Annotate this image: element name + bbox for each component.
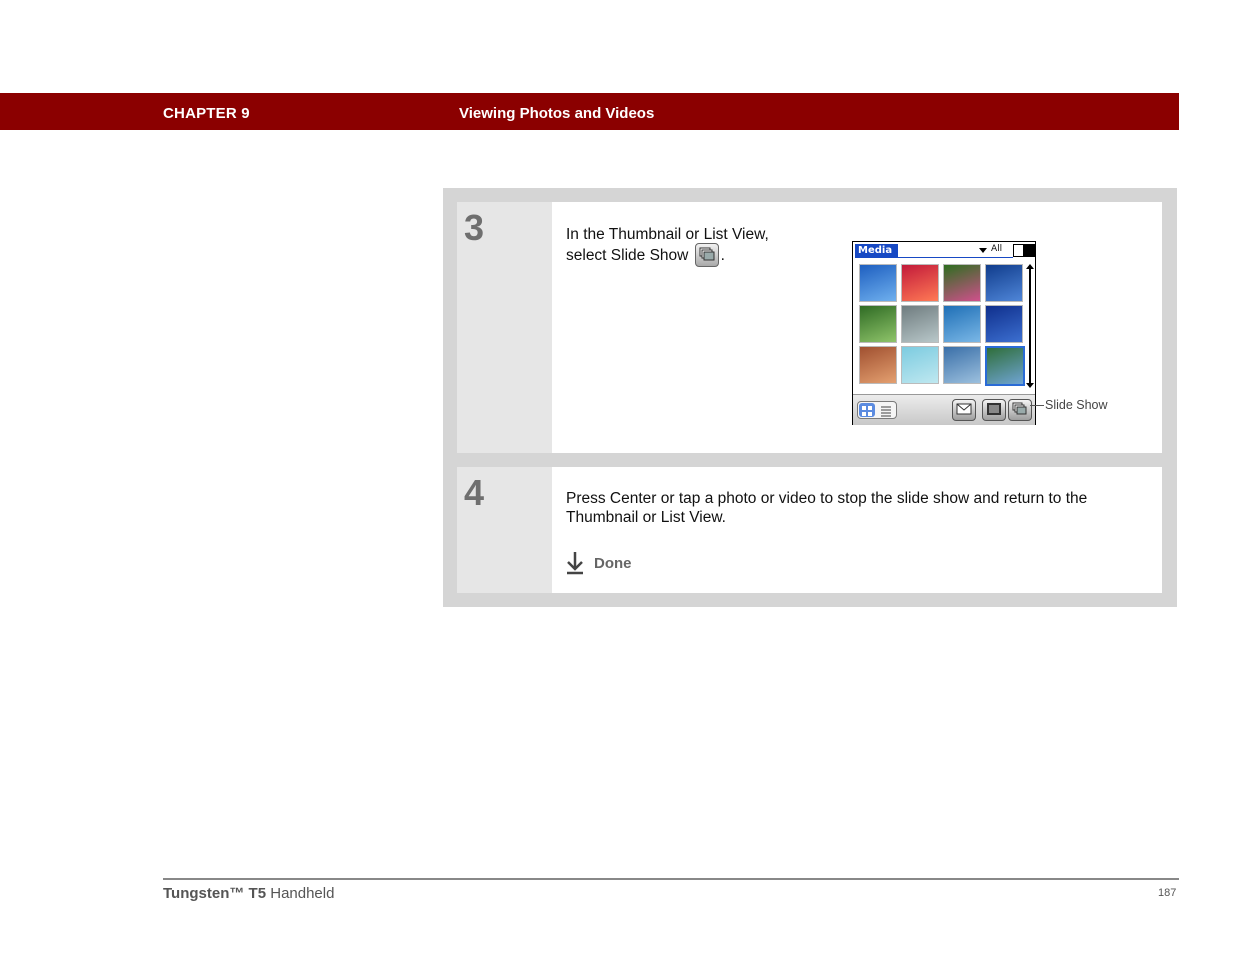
step-number-column: 3 <box>457 202 552 453</box>
step-instruction: Press Center or tap a photo or video to … <box>566 490 1088 526</box>
step-text-line2: select Slide Show <box>566 247 689 265</box>
photo-thumbnail[interactable] <box>985 305 1023 343</box>
photo-thumbnail[interactable] <box>901 305 939 343</box>
footer-rule <box>163 878 1179 880</box>
list-view-icon[interactable] <box>878 403 894 417</box>
photo-thumbnail[interactable] <box>859 305 897 343</box>
step-3: 3 In the Thumbnail or List View, select … <box>457 202 1162 453</box>
done-arrow-icon <box>567 552 583 575</box>
step-number: 4 <box>464 472 485 513</box>
step-text-line1: In the Thumbnail or List View, <box>566 226 769 243</box>
callout-line <box>1030 405 1044 406</box>
slide-show-icon[interactable] <box>1008 399 1032 421</box>
photo-thumbnail[interactable] <box>943 264 981 302</box>
product-suffix: Handheld <box>266 885 335 902</box>
step-number-column: 4 <box>457 467 552 593</box>
photo-thumbnail[interactable] <box>985 346 1025 386</box>
handheld-screen: Media All <box>852 241 1036 425</box>
photo-thumbnail[interactable] <box>943 305 981 343</box>
photo-thumbnail[interactable] <box>985 264 1023 302</box>
media-card-icon <box>1013 244 1024 257</box>
category-picker[interactable]: All <box>991 244 1002 254</box>
chapter-label: CHAPTER 9 <box>163 105 250 122</box>
chapter-header-bar: CHAPTER 9 Viewing Photos and Videos <box>0 93 1179 130</box>
chevron-down-icon[interactable] <box>979 248 987 253</box>
photo-thumbnail[interactable] <box>943 346 981 384</box>
scroll-down-arrow-icon[interactable] <box>1026 383 1034 388</box>
scrollbar[interactable] <box>1029 266 1031 384</box>
app-title: Media <box>855 244 898 257</box>
done-label: Done <box>594 555 632 572</box>
view-toggle <box>857 401 897 419</box>
thumbnail-grid <box>859 264 1027 389</box>
footer-product: Tungsten™ T5 Handheld <box>163 885 334 902</box>
send-icon[interactable] <box>952 399 976 421</box>
media-type-icon <box>1024 244 1035 257</box>
slide-show-callout: Slide Show <box>1045 398 1108 412</box>
photo-thumbnail[interactable] <box>901 264 939 302</box>
photo-thumbnail[interactable] <box>901 346 939 384</box>
page-number: 187 <box>1158 887 1177 899</box>
step-number: 3 <box>464 207 485 248</box>
step-4: 4 Press Center or tap a photo or video t… <box>457 467 1162 593</box>
product-name: Tungsten™ T5 <box>163 885 267 902</box>
details-icon[interactable] <box>982 399 1006 421</box>
thumbnail-view-icon[interactable] <box>859 403 875 417</box>
photo-thumbnail[interactable] <box>859 264 897 302</box>
photo-thumbnail[interactable] <box>859 346 897 384</box>
slide-show-icon <box>694 243 719 267</box>
step-text-tail: . <box>720 247 725 265</box>
device-toolbar <box>853 394 1035 425</box>
chapter-title: Viewing Photos and Videos <box>459 105 655 122</box>
step-instruction: In the Thumbnail or List View, select Sl… <box>566 225 816 268</box>
title-underline <box>855 257 1013 258</box>
